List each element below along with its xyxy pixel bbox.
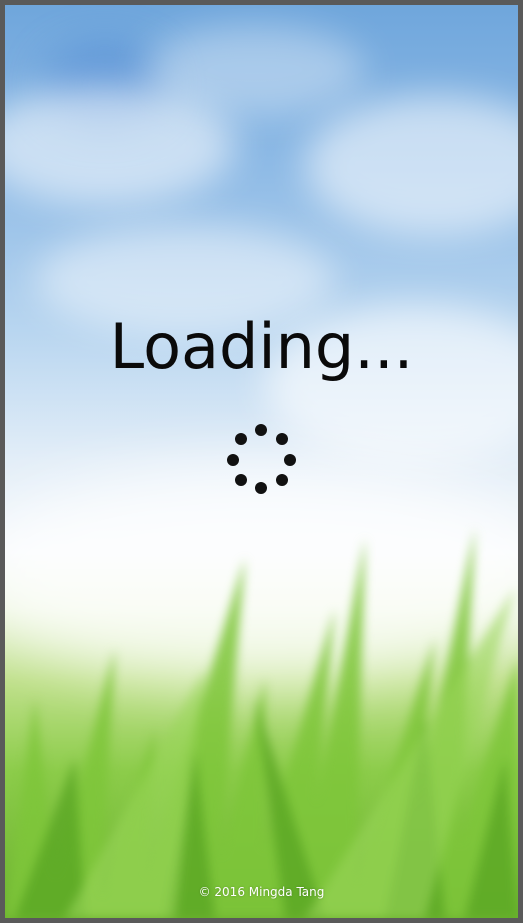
spinner-dot — [227, 454, 239, 466]
cloud — [305, 95, 518, 235]
device-frame: Loading... © 2016 Mingda Tang — [0, 0, 523, 923]
spinner-dot — [284, 454, 296, 466]
spinner-dot — [255, 424, 267, 436]
spinner-dot — [276, 474, 288, 486]
loading-spinner-icon — [226, 424, 296, 494]
cloud — [145, 25, 365, 115]
spinner-dot — [255, 482, 267, 494]
splash-screen: Loading... © 2016 Mingda Tang — [5, 5, 518, 918]
spinner-dot — [235, 433, 247, 445]
loading-title: Loading... — [109, 310, 414, 383]
spinner-dot — [235, 474, 247, 486]
copyright-footer: © 2016 Mingda Tang — [198, 885, 325, 899]
grass-background — [5, 528, 518, 918]
spinner-dot — [276, 433, 288, 445]
